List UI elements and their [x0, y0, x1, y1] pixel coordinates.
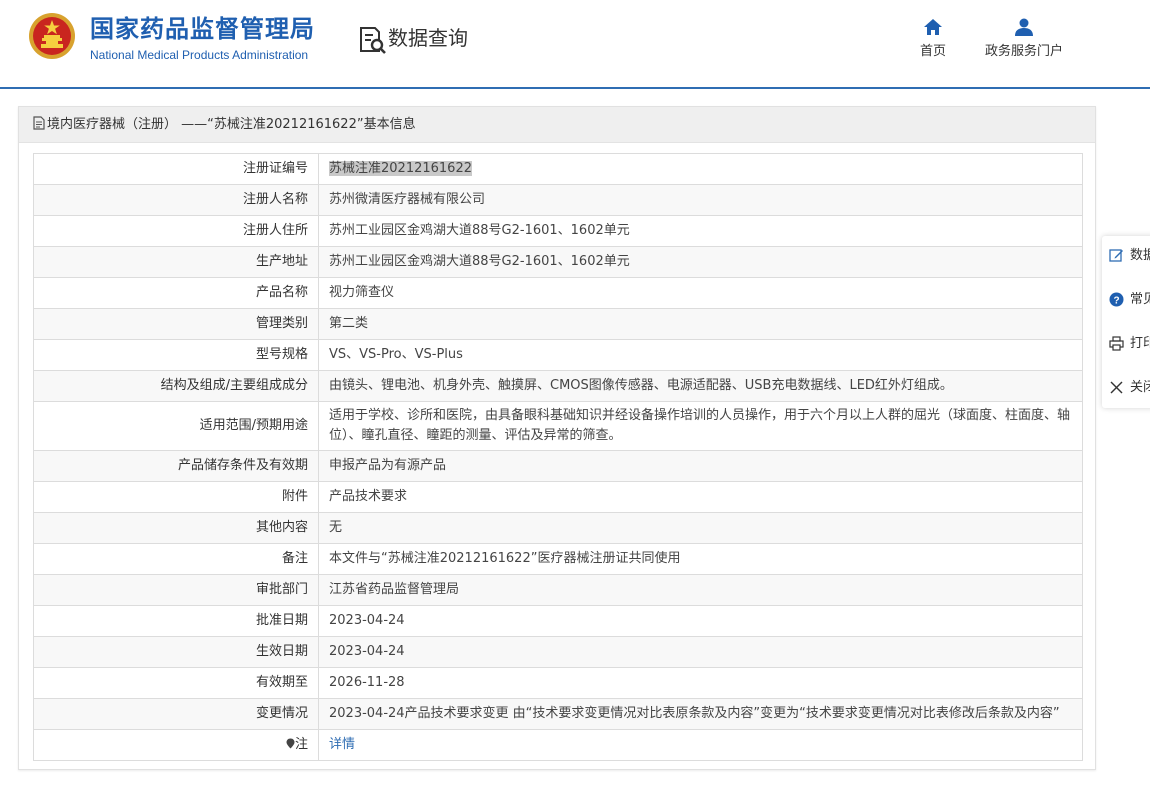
row-value: 申报产品为有源产品: [318, 450, 1083, 482]
row-label: 注册人住所: [33, 215, 319, 247]
table-row: 注册人名称 苏州微清医疗器械有限公司: [33, 184, 1083, 216]
side-item-label: 打印: [1130, 336, 1150, 351]
table-row: 有效期至 2026-11-28: [33, 667, 1083, 699]
nav-service-portal[interactable]: 政务服务门户: [980, 18, 1068, 59]
table-row: 适用范围/预期用途 适用于学校、诊所和医院，由具备眼科基础知识并经设备操作培训的…: [33, 401, 1083, 451]
document-icon: [33, 116, 45, 130]
row-value: 无: [318, 512, 1083, 544]
table-row: 批准日期 2023-04-24: [33, 605, 1083, 637]
user-icon: [1015, 18, 1033, 36]
table-row: 备注 本文件与“苏械注准20212161622”医疗器械注册证共同使用: [33, 543, 1083, 575]
row-label: 产品名称: [33, 277, 319, 309]
row-value: 江苏省药品监督管理局: [318, 574, 1083, 606]
row-label: 适用范围/预期用途: [33, 401, 319, 451]
side-item-data[interactable]: 数据: [1102, 236, 1150, 276]
table-row: 型号规格 VS、VS-Pro、VS-Plus: [33, 339, 1083, 371]
row-value: 适用于学校、诊所和医院，由具备眼科基础知识并经设备操作培训的人员操作，用于六个月…: [318, 401, 1083, 451]
side-item-print[interactable]: 打印: [1102, 324, 1150, 364]
close-icon: [1110, 381, 1123, 394]
table-row: 管理类别 第二类: [33, 308, 1083, 340]
row-value: 苏州微清医疗器械有限公司: [318, 184, 1083, 216]
edit-icon: [1109, 249, 1123, 262]
org-name-cn: 国家药品监督管理局: [90, 15, 315, 43]
row-value: 2023-04-24: [318, 605, 1083, 637]
row-label: 批准日期: [33, 605, 319, 637]
org-name-en: National Medical Products Administration: [90, 48, 309, 62]
data-query-title: 数据查询: [388, 26, 468, 50]
row-label: 生效日期: [33, 636, 319, 668]
row-value: 本文件与“苏械注准20212161622”医疗器械注册证共同使用: [318, 543, 1083, 575]
panel-header: 境内医疗器械（注册） ——“苏械注准20212161622”基本信息: [19, 107, 1095, 143]
row-label: 产品储存条件及有效期: [33, 450, 319, 482]
table-row: 注册证编号 苏械注准20212161622: [33, 153, 1083, 185]
row-value: 由镜头、锂电池、机身外壳、触摸屏、CMOS图像传感器、电源适配器、USB充电数据…: [318, 370, 1083, 402]
nav-home-label: 首页: [919, 44, 946, 59]
table-row: 附件 产品技术要求: [33, 481, 1083, 513]
side-item-label: 关闭: [1130, 380, 1150, 395]
row-label: 审批部门: [33, 574, 319, 606]
table-row: 审批部门 江苏省药品监督管理局: [33, 574, 1083, 606]
table-row: 产品名称 视力筛查仪: [33, 277, 1083, 309]
side-item-label: 常见: [1130, 292, 1150, 307]
row-label: 附件: [33, 481, 319, 513]
row-value: 苏州工业园区金鸡湖大道88号G2-1601、1602单元: [318, 215, 1083, 247]
row-label: 其他内容: [33, 512, 319, 544]
registration-number: 苏械注准20212161622: [329, 161, 472, 176]
pin-icon: [286, 738, 295, 749]
table-row: 变更情况 2023-04-24产品技术要求变更 由“技术要求变更情况对比表原条款…: [33, 698, 1083, 730]
table-row: 产品储存条件及有效期 申报产品为有源产品: [33, 450, 1083, 482]
table-row: 注 详情: [33, 729, 1083, 761]
table-row: 结构及组成/主要组成成分 由镜头、锂电池、机身外壳、触摸屏、CMOS图像传感器、…: [33, 370, 1083, 402]
row-value: 产品技术要求: [318, 481, 1083, 513]
site-header: 国家药品监督管理局 National Medical Products Admi…: [0, 0, 1150, 89]
device-info-table: 注册证编号 苏械注准20212161622 注册人名称 苏州微清医疗器械有限公司…: [33, 153, 1083, 761]
row-value: 第二类: [318, 308, 1083, 340]
note-label: 注: [294, 737, 308, 752]
floating-side-menu: 数据 ? 常见 打印 关闭: [1102, 236, 1150, 408]
data-query-icon: [360, 27, 386, 54]
detail-panel: 境内医疗器械（注册） ——“苏械注准20212161622”基本信息 注册证编号…: [18, 106, 1096, 770]
side-item-close[interactable]: 关闭: [1102, 368, 1150, 408]
side-item-label: 数据: [1130, 248, 1150, 263]
row-value: 苏州工业园区金鸡湖大道88号G2-1601、1602单元: [318, 246, 1083, 278]
table-row: 注册人住所 苏州工业园区金鸡湖大道88号G2-1601、1602单元: [33, 215, 1083, 247]
row-value: VS、VS-Pro、VS-Plus: [318, 339, 1083, 371]
row-label: 注册人名称: [33, 184, 319, 216]
row-label: 变更情况: [33, 698, 319, 730]
nav-home[interactable]: 首页: [912, 18, 954, 59]
national-emblem-icon: [29, 13, 75, 59]
nav-portal-label: 政务服务门户: [984, 44, 1063, 59]
details-link[interactable]: 详情: [329, 737, 355, 752]
svg-text:?: ?: [1113, 295, 1119, 306]
help-icon: ?: [1109, 292, 1124, 307]
row-label: 型号规格: [33, 339, 319, 371]
table-row: 其他内容 无: [33, 512, 1083, 544]
side-item-faq[interactable]: ? 常见: [1102, 280, 1150, 320]
row-label: 管理类别: [33, 308, 319, 340]
table-row: 生产地址 苏州工业园区金鸡湖大道88号G2-1601、1602单元: [33, 246, 1083, 278]
row-label: 结构及组成/主要组成成分: [33, 370, 319, 402]
row-value: 视力筛查仪: [318, 277, 1083, 309]
row-label-note: 注: [33, 729, 319, 761]
row-label: 注册证编号: [33, 153, 319, 185]
print-icon: [1109, 336, 1124, 351]
row-value: 2026-11-28: [318, 667, 1083, 699]
row-value: 2023-04-24: [318, 636, 1083, 668]
row-value: 详情: [318, 729, 1083, 761]
home-icon: [924, 19, 942, 35]
table-row: 生效日期 2023-04-24: [33, 636, 1083, 668]
row-label: 有效期至: [33, 667, 319, 699]
panel-title: 境内医疗器械（注册） ——“苏械注准20212161622”基本信息: [47, 117, 416, 132]
row-label: 备注: [33, 543, 319, 575]
row-label: 生产地址: [33, 246, 319, 278]
row-value: 2023-04-24产品技术要求变更 由“技术要求变更情况对比表原条款及内容”变…: [318, 698, 1083, 730]
row-value: 苏械注准20212161622: [318, 153, 1083, 185]
